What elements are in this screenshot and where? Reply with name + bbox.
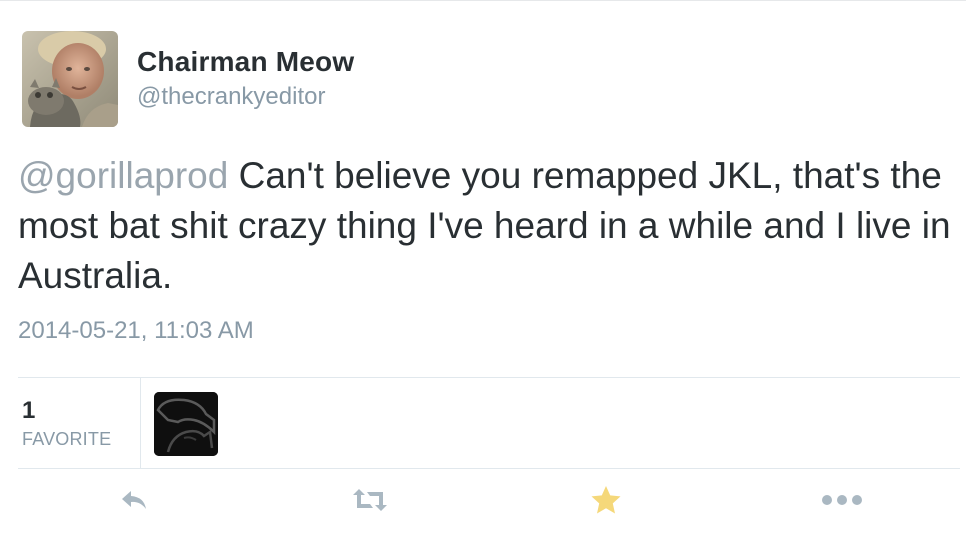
favorite-count[interactable]: 1 — [22, 397, 35, 425]
retweet-button[interactable] — [350, 485, 390, 519]
favoriter-avatar[interactable] — [154, 392, 218, 456]
reply-button[interactable] — [114, 485, 154, 519]
favorite-button[interactable] — [586, 485, 626, 519]
more-button[interactable] — [822, 485, 862, 519]
tweet-timestamp[interactable]: 2014-05-21, 11:03 AM — [18, 317, 254, 345]
retweet-icon — [350, 487, 390, 518]
mention-link[interactable]: @gorillaprod — [18, 155, 228, 196]
author-display-name[interactable]: Chairman Meow — [137, 46, 354, 78]
tweet-card: Chairman Meow @thecrankyeditor @gorillap… — [0, 0, 966, 540]
star-icon — [590, 485, 622, 520]
author-username[interactable]: @thecrankyeditor — [137, 83, 325, 111]
author-avatar[interactable] — [22, 31, 118, 127]
reply-icon — [119, 488, 149, 517]
favorite-label[interactable]: FAVORITE — [22, 429, 111, 450]
tweet-stats: 1 FAVORITE — [18, 377, 960, 469]
stats-divider — [140, 378, 141, 468]
more-icon — [820, 493, 864, 512]
tweet-text: @gorillaprod Can't believe you remapped … — [18, 151, 958, 301]
